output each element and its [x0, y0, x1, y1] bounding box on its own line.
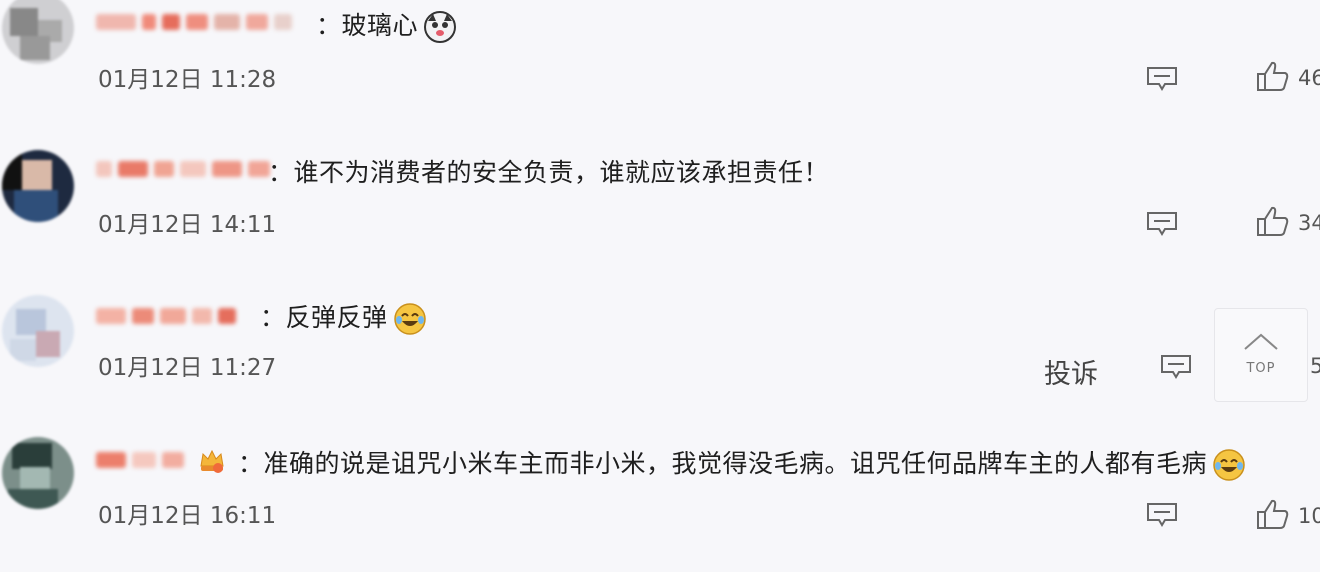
comment-text-content: ：准确的说是诅咒小米车主而非小米，我觉得没毛病。诅咒任何品牌车主的人都有毛病 [238, 449, 1208, 478]
comment-text: ：反弹反弹 [260, 298, 426, 335]
avatar[interactable] [2, 150, 74, 222]
back-to-top-button[interactable]: TOP [1214, 308, 1308, 402]
crown-badge-icon [198, 446, 226, 474]
report-button[interactable]: 投诉 [1044, 352, 1098, 391]
reply-icon[interactable] [1146, 66, 1178, 92]
avatar[interactable] [2, 0, 74, 64]
comment-text: ：谁不为消费者的安全负责，谁就应该承担责任！ [268, 153, 829, 189]
reply-icon[interactable] [1160, 354, 1192, 380]
comment-item: ：准确的说是诅咒小米车主而非小米，我觉得没毛病。诅咒任何品牌车主的人都有毛病 0… [0, 432, 1320, 572]
laughing-crying-emoji [393, 303, 426, 335]
like-count: 5 [1310, 354, 1320, 378]
chevron-up-icon [1244, 333, 1278, 350]
reply-icon[interactable] [1146, 502, 1178, 528]
reply-icon[interactable] [1146, 211, 1178, 237]
comment-text: ：准确的说是诅咒小米车主而非小米，我觉得没毛病。诅咒任何品牌车主的人都有毛病 [238, 444, 1245, 481]
comment-item: ：玻璃心 01月12日 11:28 46 [0, 0, 1320, 140]
comment-text-content: ：反弹反弹 [260, 303, 388, 332]
like-count: 46 [1298, 66, 1320, 90]
laughing-crying-emoji [1213, 449, 1245, 481]
avatar[interactable] [2, 295, 74, 367]
like-count: 34 [1298, 211, 1320, 235]
dog-face-emoji [424, 11, 457, 43]
comment-text-content: ：玻璃心 [316, 11, 419, 40]
like-count: 10 [1298, 504, 1320, 528]
top-label: TOP [1246, 361, 1276, 376]
comment-text: ：玻璃心 [316, 6, 457, 43]
thumbs-up-icon[interactable] [1256, 60, 1290, 92]
thumbs-up-icon[interactable] [1256, 205, 1290, 237]
comment-item: ：谁不为消费者的安全负责，谁就应该承担责任！ 01月12日 14:11 34 [0, 145, 1320, 285]
username-redacted[interactable] [96, 155, 276, 183]
username-redacted[interactable] [96, 302, 242, 330]
comment-time: 01月12日 16:11 [98, 503, 277, 529]
comment-item: ：反弹反弹 01月12日 11:27 5 [0, 290, 1320, 430]
comment-time: 01月12日 11:28 [98, 67, 277, 93]
avatar[interactable] [2, 437, 74, 509]
comment-time: 01月12日 11:27 [98, 355, 277, 381]
username-redacted[interactable] [96, 8, 298, 36]
comment-text-content: ：谁不为消费者的安全负责，谁就应该承担责任！ [268, 158, 830, 187]
comment-time: 01月12日 14:11 [98, 212, 277, 238]
username-redacted[interactable] [96, 446, 226, 474]
thumbs-up-icon[interactable] [1256, 498, 1290, 530]
